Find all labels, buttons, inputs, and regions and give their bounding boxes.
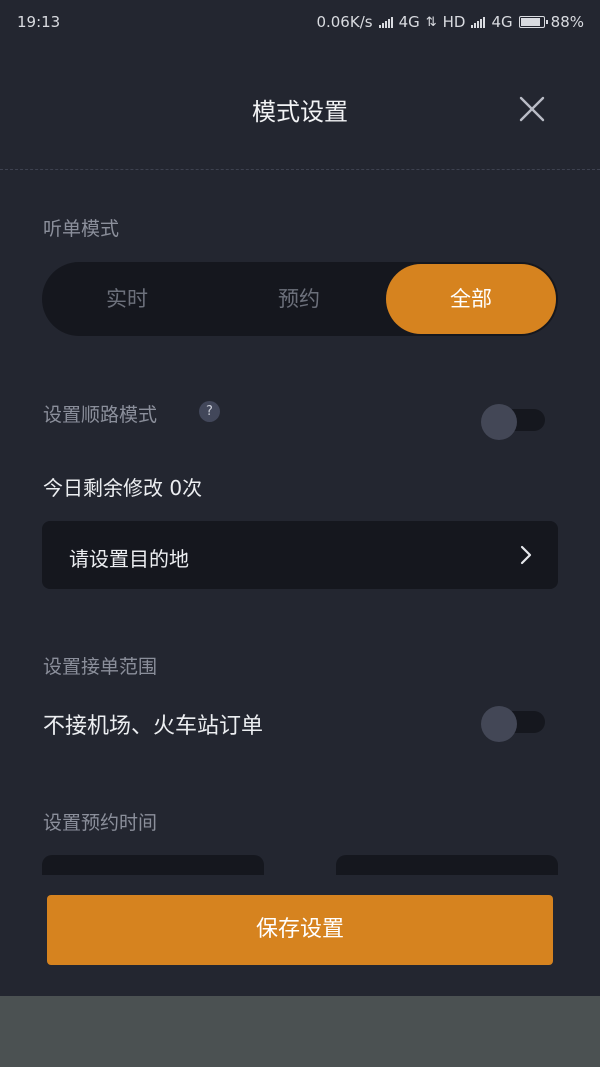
network-type-1: 4G [398, 13, 420, 31]
net-speed: 0.06K/s [316, 13, 373, 31]
toggle-knob [481, 404, 517, 440]
signal-icon-2 [471, 16, 486, 28]
status-indicators: 0.06K/s 4G ⇅ HD 4G 88% [316, 13, 584, 31]
signal-icon [378, 16, 393, 28]
reservation-time-label: 设置预约时间 [43, 812, 158, 834]
chevron-right-icon [520, 545, 532, 565]
exclude-airport-station-text: 不接机场、火车站订单 [43, 714, 264, 739]
mode-settings-screen: 19:13 0.06K/s 4G ⇅ HD 4G 88% 模式设置 听单模式 实… [0, 0, 600, 996]
help-icon[interactable]: ? [199, 401, 220, 422]
toggle-knob [481, 706, 517, 742]
exclude-airport-station-toggle[interactable] [481, 706, 545, 742]
save-settings-button[interactable]: 保存设置 [47, 895, 553, 965]
battery-icon [518, 16, 548, 28]
order-range-label: 设置接单范围 [43, 656, 158, 678]
remaining-changes-text: 今日剩余修改 0次 [43, 476, 203, 500]
route-mode-label: 设置顺路模式 [43, 404, 158, 426]
page-title: 模式设置 [252, 98, 348, 126]
destination-selector[interactable]: 请设置目的地 [42, 521, 558, 589]
route-mode-toggle[interactable] [481, 404, 545, 440]
close-icon[interactable] [514, 92, 550, 128]
listen-mode-label: 听单模式 [43, 218, 120, 240]
listen-mode-segmented-control: 实时 预约 全部 [42, 262, 558, 336]
status-time: 19:13 [17, 13, 61, 31]
segment-realtime[interactable]: 实时 [42, 262, 212, 336]
destination-placeholder: 请设置目的地 [69, 547, 189, 571]
reservation-end-picker[interactable] [336, 855, 558, 875]
hd-label: HD [442, 13, 466, 31]
segment-reservation[interactable]: 预约 [214, 262, 384, 336]
status-bar: 19:13 0.06K/s 4G ⇅ HD 4G 88% [0, 0, 600, 44]
network-type-2: 4G [491, 13, 513, 31]
data-transfer-icon: ⇅ [425, 14, 437, 30]
reservation-start-picker[interactable] [42, 855, 264, 875]
segment-all[interactable]: 全部 [386, 264, 556, 334]
close-button[interactable] [514, 92, 550, 128]
header-divider [0, 169, 600, 170]
battery-percent: 88% [550, 13, 584, 31]
